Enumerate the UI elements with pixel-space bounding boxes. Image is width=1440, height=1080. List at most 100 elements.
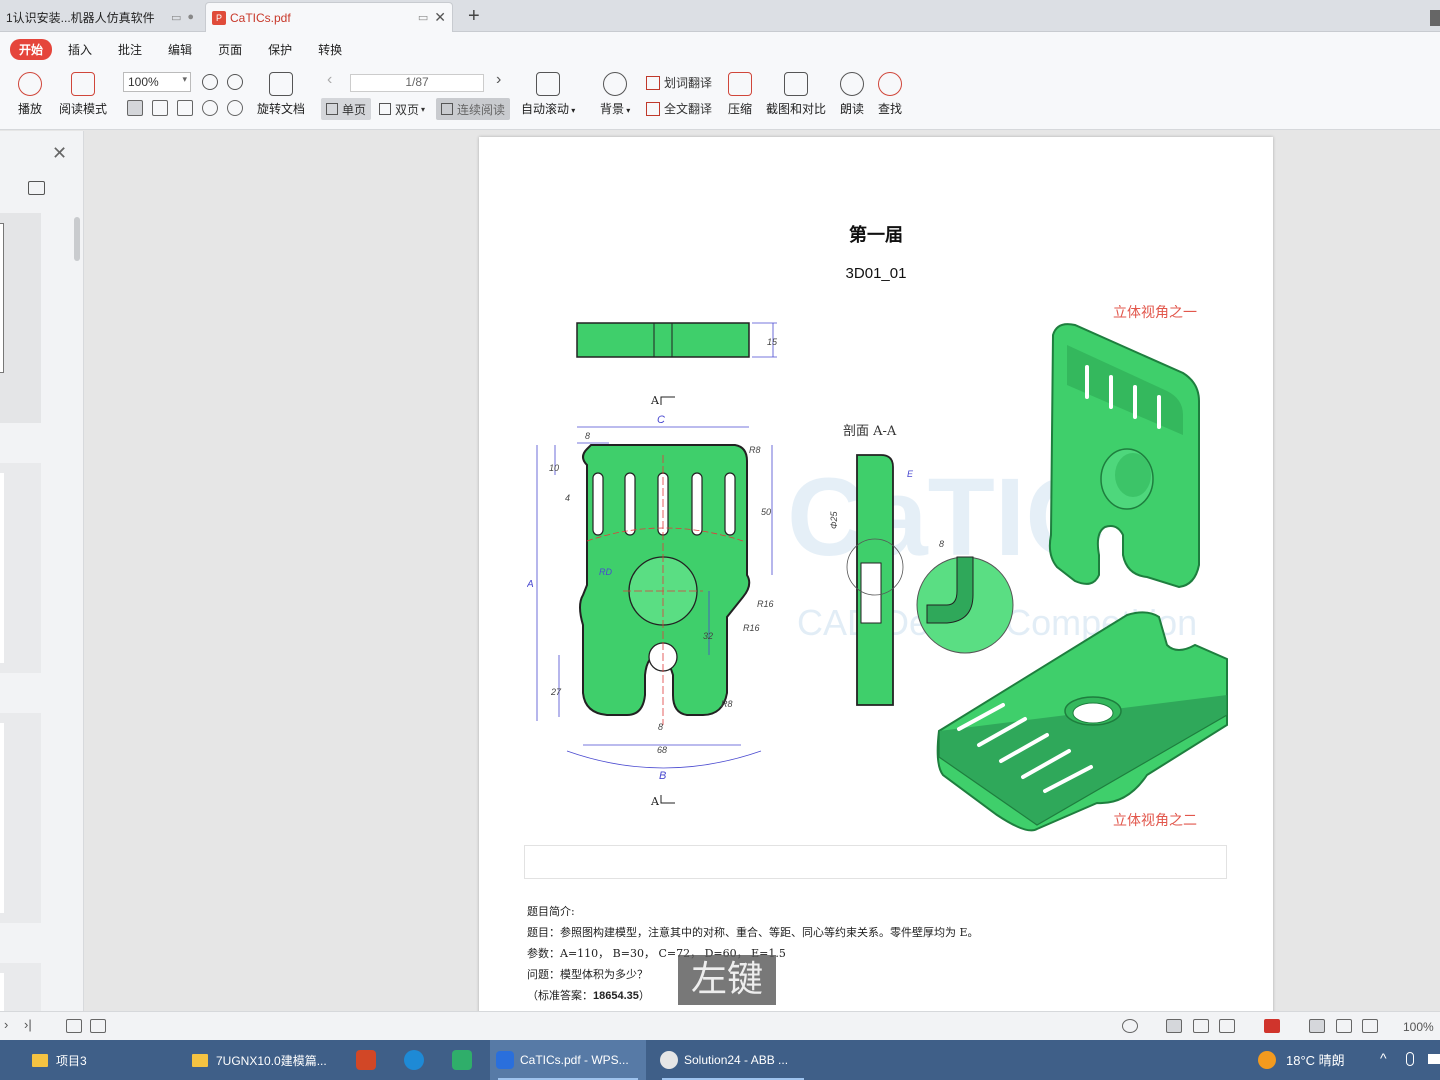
- fit-page-icon[interactable]: [152, 100, 168, 116]
- continuous-view-icon[interactable]: [1166, 1019, 1182, 1033]
- screenshot-compare-button[interactable]: 截图和对比: [766, 72, 826, 117]
- monitor-icon[interactable]: ▭: [418, 11, 428, 24]
- double-view-icon[interactable]: [1219, 1019, 1235, 1033]
- microphone-tray-icon[interactable]: [1406, 1052, 1414, 1066]
- menu-page[interactable]: 页面: [218, 41, 242, 58]
- taskbar-app-wps-writer[interactable]: [446, 1040, 482, 1080]
- double-page-button[interactable]: 双页 ▾: [374, 98, 430, 120]
- single-view-icon[interactable]: [1193, 1019, 1209, 1033]
- taskbar: 项目3 7UGNX10.0建模篇... CaTICs.pdf - WPS... …: [0, 1040, 1440, 1080]
- weather-text: 18°C 晴朗: [1286, 1053, 1345, 1068]
- rotate-right-icon[interactable]: [227, 100, 243, 116]
- eye-protect-icon[interactable]: [1122, 1019, 1138, 1033]
- tab-caticspdf[interactable]: P CaTICs.pdf ▭ ✕: [205, 2, 453, 32]
- rotate-left-icon[interactable]: [202, 100, 218, 116]
- single-page-button[interactable]: 单页: [321, 98, 372, 120]
- network-icon[interactable]: [1428, 1054, 1440, 1064]
- status-zoom[interactable]: 100%: [1403, 1020, 1434, 1034]
- menu-insert[interactable]: 插入: [68, 41, 92, 58]
- close-icon[interactable]: ✕: [52, 143, 67, 164]
- page-thumbnail[interactable]: [0, 713, 41, 923]
- find-button[interactable]: 查找: [878, 72, 902, 117]
- chevron-up-icon[interactable]: ^: [1380, 1050, 1387, 1066]
- image-icon[interactable]: [28, 181, 45, 195]
- word-translate-button[interactable]: 划词翻译: [646, 74, 712, 91]
- document-viewport[interactable]: 第一届 3D01_01 CaTIC CAD Design Competition…: [85, 131, 1440, 1011]
- page-number-input[interactable]: 1/87: [350, 74, 484, 92]
- taskbar-app-powerpoint[interactable]: [350, 1040, 386, 1080]
- continuous-label: 连续阅读: [457, 102, 506, 117]
- weather-widget[interactable]: 18°C 晴朗: [1258, 1050, 1345, 1069]
- pdf-icon: P: [212, 10, 226, 25]
- thumbnail-sidebar: ✕: [0, 131, 84, 1013]
- dim-c: C: [657, 414, 665, 426]
- page-thumbnail[interactable]: [0, 463, 41, 673]
- tab-document-1[interactable]: 1认识安装...机器人仿真软件 ▭ ●: [0, 2, 200, 32]
- page-thumbnail[interactable]: [0, 963, 41, 1013]
- dim-50: 50: [761, 507, 771, 517]
- background-button[interactable]: 背景 ▾: [600, 72, 630, 117]
- section-label: 剖面 A-A: [843, 424, 897, 439]
- actual-size-icon[interactable]: [127, 100, 143, 116]
- dim-a: A: [527, 579, 534, 590]
- continuous-read-button[interactable]: 连续阅读: [436, 98, 511, 120]
- view-label-1: 立体视角之一: [1113, 305, 1197, 321]
- next-page-icon[interactable]: ›: [496, 71, 501, 89]
- menu-edit[interactable]: 编辑: [168, 41, 192, 58]
- menu-convert[interactable]: 转换: [318, 41, 342, 58]
- read-aloud-button[interactable]: 朗读: [840, 72, 864, 117]
- taskbar-item-caticspdf[interactable]: CaTICs.pdf - WPS...: [490, 1040, 646, 1080]
- tab-bar: 1认识安装...机器人仿真软件 ▭ ● P CaTICs.pdf ▭ ✕ +: [0, 0, 1440, 32]
- continuous-icon: [441, 103, 453, 115]
- menu-protect[interactable]: 保护: [268, 41, 292, 58]
- prev-view-icon[interactable]: [66, 1019, 82, 1033]
- taskbar-item-robotstudio[interactable]: Solution24 - ABB ...: [654, 1040, 812, 1080]
- fit-page-status-icon[interactable]: [1336, 1019, 1352, 1033]
- actual-size-status-icon[interactable]: [1309, 1019, 1325, 1033]
- screenshot-icon: [784, 72, 808, 96]
- moon-icon: [603, 72, 628, 96]
- word-translate-label: 划词翻译: [664, 76, 713, 90]
- zoom-out-icon[interactable]: [202, 74, 218, 90]
- close-icon[interactable]: ✕: [434, 9, 446, 26]
- chevron-down-icon: ▾: [182, 74, 187, 84]
- dim-rd: RD: [599, 567, 612, 577]
- single-page-icon: [326, 103, 338, 115]
- zoom-in-icon[interactable]: [227, 74, 243, 90]
- menu-start[interactable]: 开始: [10, 38, 53, 60]
- dim-8: 8: [585, 431, 590, 441]
- next-view-icon[interactable]: [90, 1019, 106, 1033]
- taskbar-app-edge[interactable]: [398, 1040, 434, 1080]
- auto-scroll-button[interactable]: 自动滚动 ▾: [521, 72, 575, 117]
- fit-width-status-icon[interactable]: [1362, 1019, 1378, 1033]
- taskbar-item-project3[interactable]: 项目3: [26, 1040, 176, 1080]
- folder-icon: [192, 1053, 208, 1067]
- dim-r8: R8: [749, 445, 761, 455]
- compress-label: 压缩: [728, 102, 753, 116]
- answer-input-box[interactable]: [524, 845, 1227, 879]
- translate-icon: [646, 75, 660, 90]
- new-tab-button[interactable]: +: [468, 5, 480, 28]
- next-icon[interactable]: ›: [4, 1017, 8, 1032]
- read-mode-button[interactable]: 阅读模式: [59, 72, 107, 117]
- menu-annotate[interactable]: 批注: [118, 41, 142, 58]
- zoom-value: 100%: [128, 75, 159, 89]
- compress-button[interactable]: 压缩: [728, 72, 752, 117]
- auto-scroll-icon: [536, 72, 561, 96]
- dim-68: 68: [657, 745, 667, 755]
- play-button[interactable]: 播放: [18, 72, 42, 117]
- status-bar: › ›| 100%: [0, 1011, 1440, 1040]
- zoom-select[interactable]: 100% ▾: [123, 72, 191, 92]
- taskbar-item-ugnx[interactable]: 7UGNX10.0建模篇...: [186, 1040, 346, 1080]
- play-icon: [18, 72, 42, 96]
- read-mode-label: 阅读模式: [59, 102, 108, 116]
- sidebar-scrollbar[interactable]: [74, 217, 80, 261]
- prev-page-icon[interactable]: ‹: [327, 71, 332, 89]
- rotate-document-button[interactable]: 旋转文档: [257, 72, 305, 117]
- full-translate-button[interactable]: 全文翻译: [646, 100, 712, 117]
- dim-8c: 8: [939, 539, 944, 549]
- play-red-icon[interactable]: [1264, 1019, 1280, 1033]
- fit-width-icon[interactable]: [177, 100, 193, 116]
- last-page-icon[interactable]: ›|: [24, 1017, 32, 1032]
- page-thumbnail[interactable]: [0, 213, 41, 423]
